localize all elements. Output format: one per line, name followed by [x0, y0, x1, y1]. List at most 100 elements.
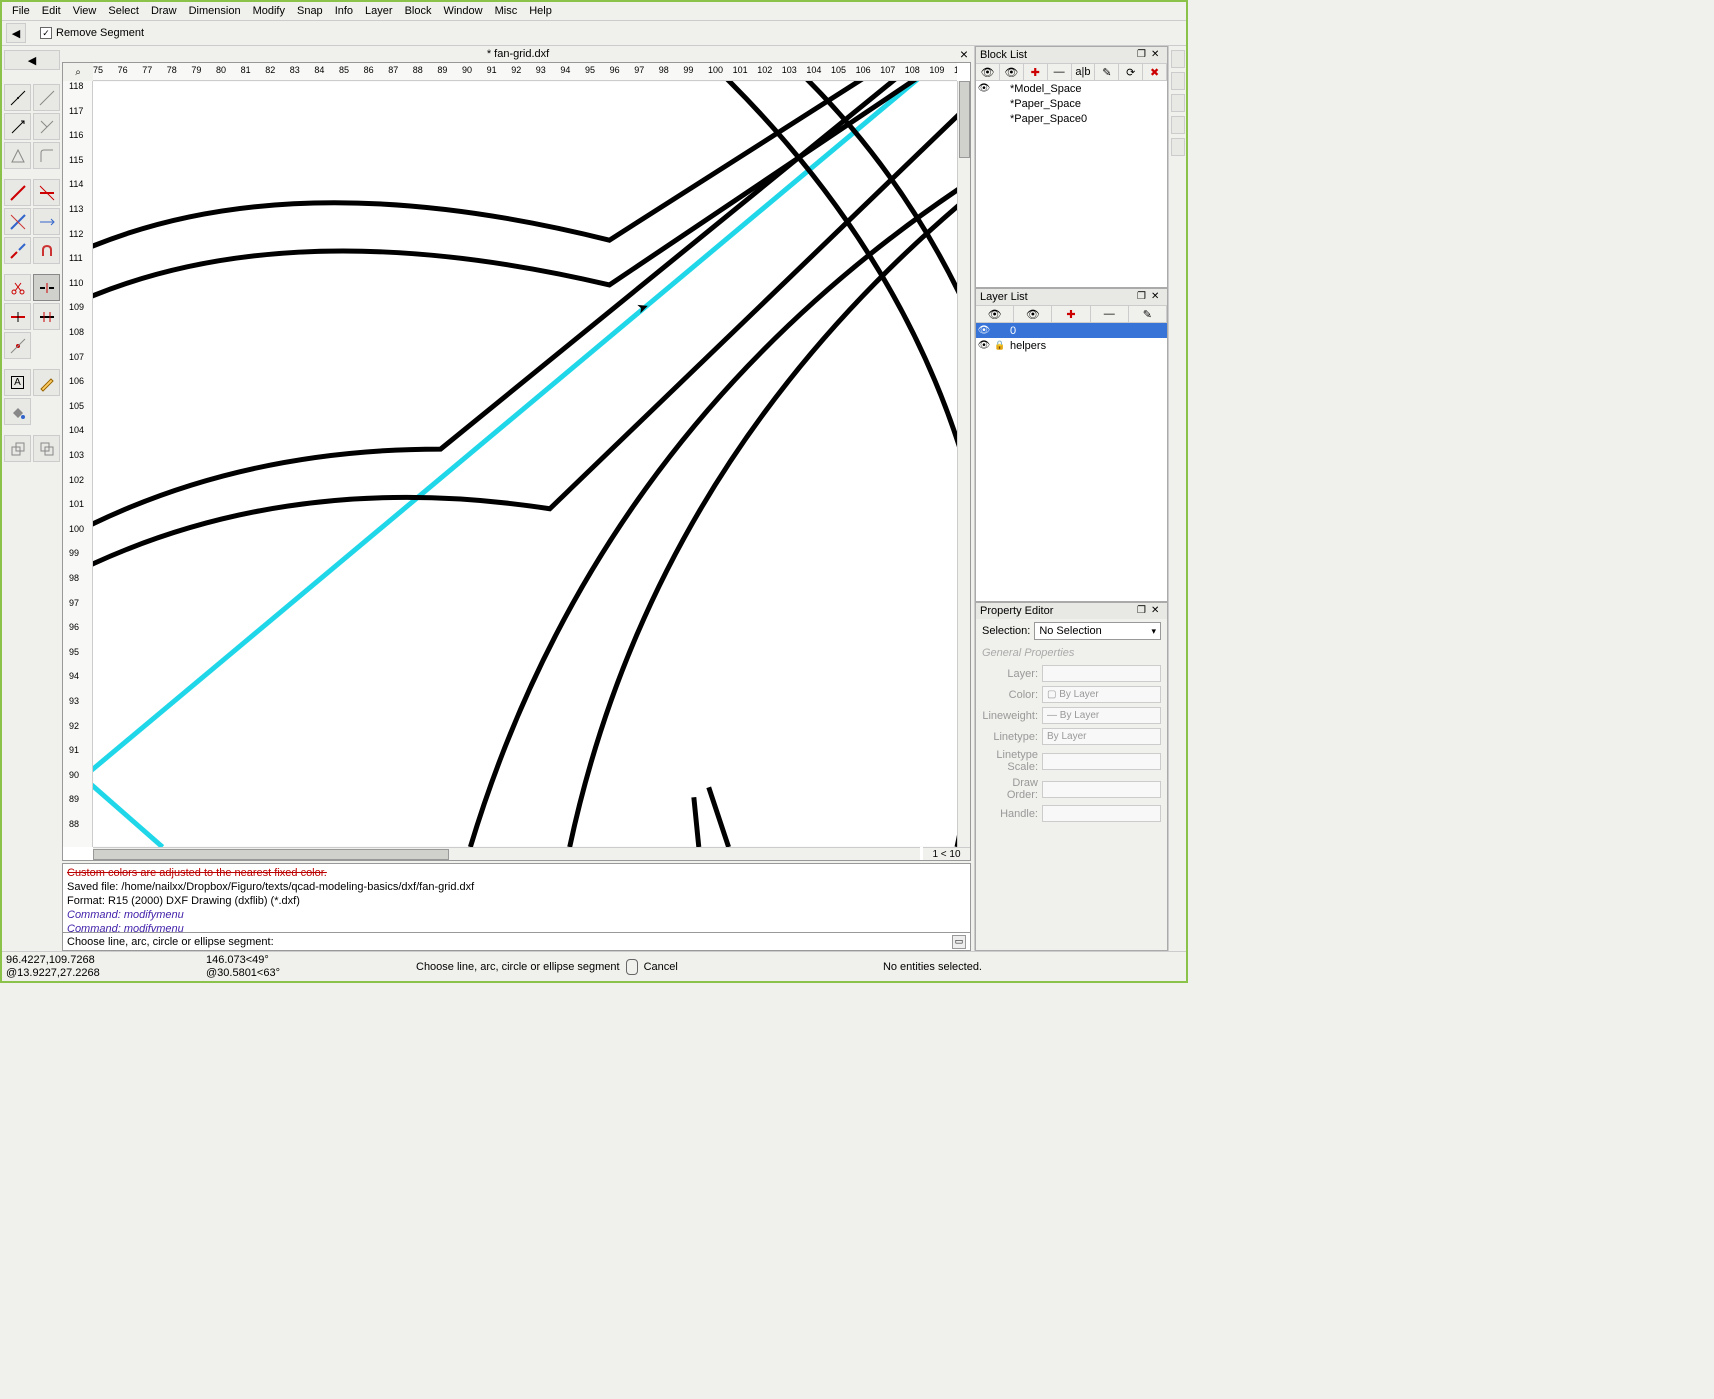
tool-trim-both-icon[interactable] — [4, 208, 31, 235]
eye-icon[interactable]: 👁 — [978, 83, 990, 95]
menu-select[interactable]: Select — [102, 3, 145, 19]
tool-hatch-explode-icon[interactable] — [33, 113, 60, 140]
tool-box1-icon[interactable] — [4, 435, 31, 462]
tool-fillet-icon[interactable] — [33, 142, 60, 169]
ruler-corner-icon[interactable]: ⌕ — [63, 63, 93, 81]
layer-show-all-icon[interactable]: 👁 — [976, 306, 1014, 322]
block-row[interactable]: *Paper_Space0 — [976, 111, 1167, 126]
toolbox-back-button[interactable]: ◀ — [4, 50, 60, 70]
tool-bucket-icon[interactable] — [4, 398, 31, 425]
menu-block[interactable]: Block — [399, 3, 438, 19]
rail-btn-3[interactable] — [1171, 94, 1185, 112]
menu-modify[interactable]: Modify — [247, 3, 291, 19]
menu-misc[interactable]: Misc — [489, 3, 524, 19]
block-rename-icon[interactable]: a|b — [1072, 64, 1096, 80]
ruler-tick: 88 — [413, 65, 423, 75]
rail-btn-1[interactable] — [1171, 50, 1185, 68]
block-hide-all-icon[interactable]: 👁 — [1000, 64, 1024, 80]
block-remove-icon[interactable]: — — [1048, 64, 1072, 80]
tool-pencil-icon[interactable] — [33, 369, 60, 396]
ruler-tick: 100 — [69, 524, 84, 534]
tool-magnet-icon[interactable] — [33, 237, 60, 264]
menu-draw[interactable]: Draw — [145, 3, 183, 19]
tool-stretch-icon[interactable] — [33, 208, 60, 235]
tool-break-gap-icon[interactable] — [33, 274, 60, 301]
panel-float-icon[interactable]: ❐ — [1137, 605, 1149, 617]
tool-explode-icon[interactable] — [4, 113, 31, 140]
block-edit-icon[interactable]: ✎ — [1095, 64, 1119, 80]
prop-field[interactable]: By Layer — [1042, 728, 1161, 745]
menu-dimension[interactable]: Dimension — [183, 3, 247, 19]
tool-triangle-icon[interactable] — [4, 142, 31, 169]
block-add-icon[interactable]: ✚ — [1024, 64, 1048, 80]
block-row[interactable]: 👁*Model_Space — [976, 81, 1167, 96]
lock-icon[interactable] — [994, 325, 1006, 337]
selection-dropdown[interactable]: No Selection — [1034, 622, 1161, 640]
panel-close-icon[interactable]: ✕ — [1151, 49, 1163, 61]
lock-icon[interactable]: 🔒 — [994, 340, 1006, 352]
command-input[interactable]: Choose line, arc, circle or ellipse segm… — [62, 933, 971, 951]
block-show-all-icon[interactable]: 👁 — [976, 64, 1000, 80]
close-icon[interactable]: × — [960, 46, 968, 62]
layer-row[interactable]: 👁🔒helpers — [976, 338, 1167, 353]
panel-close-icon[interactable]: ✕ — [1151, 605, 1163, 617]
menu-info[interactable]: Info — [329, 3, 359, 19]
prop-field[interactable] — [1042, 781, 1161, 798]
tool-box2-icon[interactable] — [33, 435, 60, 462]
scrollbar-vertical[interactable] — [957, 81, 970, 847]
canvas-viewport[interactable]: ➤ — [93, 81, 957, 847]
rail-btn-2[interactable] — [1171, 72, 1185, 90]
layer-edit-icon[interactable]: ✎ — [1129, 306, 1167, 322]
document-tab[interactable]: * fan-grid.dxf × — [62, 46, 974, 62]
layer-list[interactable]: 👁0👁🔒helpers — [976, 323, 1167, 601]
prop-field[interactable] — [1042, 753, 1161, 770]
menu-help[interactable]: Help — [523, 3, 558, 19]
tool-extend-red-icon[interactable] — [33, 179, 60, 206]
tool-trim-red-icon[interactable] — [4, 179, 31, 206]
drawing-canvas[interactable]: ⌕ 75767778798081828384858687888990919293… — [62, 62, 971, 861]
menu-snap[interactable]: Snap — [291, 3, 329, 19]
remove-segment-checkbox[interactable]: ✓ — [40, 27, 52, 39]
layer-remove-icon[interactable]: — — [1091, 306, 1129, 322]
ruler-vertical: 1181171161151141131121111101091081071061… — [63, 81, 93, 847]
prop-field[interactable] — [1042, 805, 1161, 822]
block-row[interactable]: *Paper_Space — [976, 96, 1167, 111]
tool-measure-icon[interactable] — [33, 84, 60, 111]
eye-icon[interactable]: 👁 — [978, 325, 990, 337]
layer-hide-all-icon[interactable]: 👁 — [1014, 306, 1052, 322]
scrollbar-horizontal[interactable] — [93, 847, 920, 860]
eye-icon[interactable]: 👁 — [978, 340, 990, 352]
prop-field[interactable]: — By Layer — [1042, 707, 1161, 724]
panel-float-icon[interactable]: ❐ — [1137, 49, 1149, 61]
eye-icon[interactable] — [978, 98, 990, 110]
eye-icon[interactable] — [978, 113, 990, 125]
prop-field[interactable] — [1042, 665, 1161, 682]
block-delete-icon[interactable]: ✖ — [1143, 64, 1167, 80]
tool-back-button[interactable]: ◀ — [6, 23, 26, 43]
tool-text-box-icon[interactable]: A — [4, 369, 31, 396]
layer-add-icon[interactable]: ✚ — [1052, 306, 1090, 322]
tool-point-icon[interactable] — [4, 332, 31, 359]
tool-scissors-icon[interactable] — [4, 274, 31, 301]
panel-close-icon[interactable]: ✕ — [1151, 291, 1163, 303]
ruler-tick: 108 — [905, 65, 920, 75]
tool-break-point-icon[interactable] — [4, 303, 31, 330]
status-prompt: Choose line, arc, circle or ellipse segm… — [416, 961, 620, 973]
block-insert-icon[interactable]: ⟳ — [1119, 64, 1143, 80]
panel-float-icon[interactable]: ❐ — [1137, 291, 1149, 303]
prop-field[interactable]: ▢ By Layer — [1042, 686, 1161, 703]
menu-layer[interactable]: Layer — [359, 3, 399, 19]
rail-btn-4[interactable] — [1171, 116, 1185, 134]
menu-view[interactable]: View — [67, 3, 103, 19]
tool-divide-icon[interactable] — [4, 84, 31, 111]
menu-window[interactable]: Window — [437, 3, 488, 19]
block-list[interactable]: 👁*Model_Space*Paper_Space*Paper_Space0 — [976, 81, 1167, 287]
layer-row[interactable]: 👁0 — [976, 323, 1167, 338]
tool-break-both-icon[interactable] — [33, 303, 60, 330]
menu-edit[interactable]: Edit — [36, 3, 67, 19]
tool-break-line-icon[interactable] — [4, 237, 31, 264]
command-clear-button[interactable]: ▭ — [952, 935, 966, 949]
menu-file[interactable]: File — [6, 3, 36, 19]
rail-btn-5[interactable] — [1171, 138, 1185, 156]
ruler-tick: 109 — [929, 65, 944, 75]
